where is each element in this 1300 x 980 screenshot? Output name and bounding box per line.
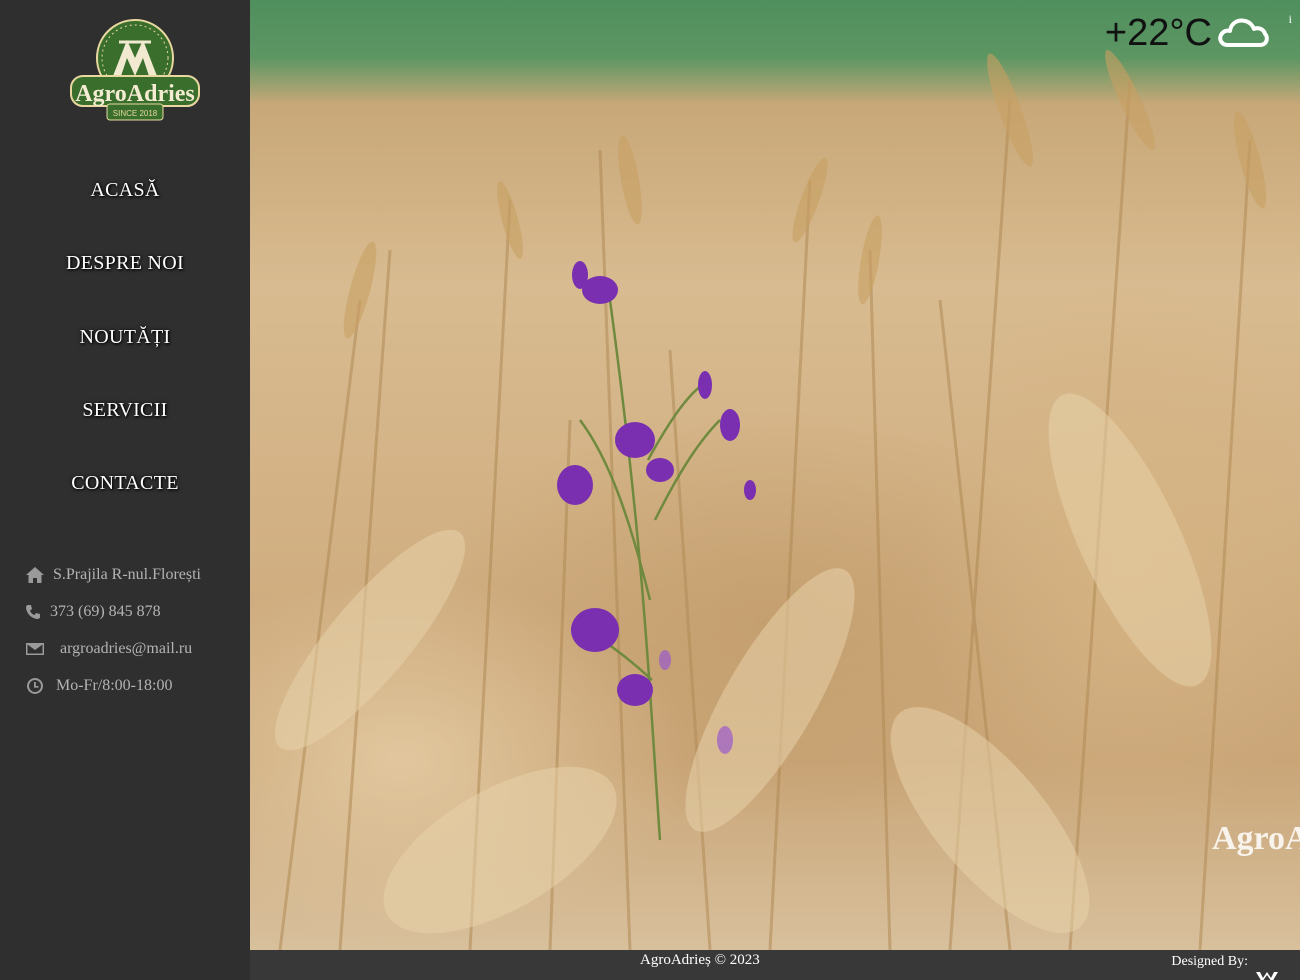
weather-widget[interactable]: +22°C	[1105, 12, 1270, 55]
logo-tagline: SINCE 2018	[113, 109, 158, 118]
watermark-text: AgroA	[1212, 820, 1300, 857]
designer-logo-icon[interactable]	[1256, 970, 1278, 980]
logo-wordmark: AgroAdries	[75, 81, 195, 107]
nav-item-noutati: NOUTĂȚI	[0, 317, 250, 390]
temperature: +22°C	[1104, 12, 1212, 54]
nav-link-acasa[interactable]: ACASĂ	[90, 170, 159, 210]
brand-logo[interactable]: AgroAdries SINCE 2018	[69, 18, 201, 124]
cloud-icon	[1216, 13, 1270, 54]
clock-icon	[24, 676, 46, 696]
contact-address: S.Prajila R-nul.Florești	[24, 556, 250, 593]
email-text[interactable]: argroadries@mail.ru	[60, 640, 192, 658]
phone-text[interactable]: 373 (69) 845 878	[50, 603, 161, 621]
contact-hours: Mo-Fr/8:00-18:00	[24, 667, 250, 704]
designed-by-label: Designed By:	[1171, 954, 1248, 969]
sidebar: AgroAdries SINCE 2018 ACASĂ DESPRE NOI N…	[0, 0, 250, 980]
hero-background: +22°C i AgroA	[250, 0, 1300, 950]
main-nav: ACASĂ DESPRE NOI NOUTĂȚI SERVICII CONTAC…	[0, 170, 250, 536]
contact-info: S.Prajila R-nul.Florești 373 (69) 845 87…	[24, 556, 250, 704]
home-icon	[24, 565, 46, 585]
address-text: S.Prajila R-nul.Florești	[53, 565, 201, 583]
contact-phone: 373 (69) 845 878	[24, 593, 250, 630]
nav-link-servicii[interactable]: SERVICII	[82, 390, 167, 430]
nav-link-despre-noi[interactable]: DESPRE NOI	[66, 243, 184, 283]
copyright-text: AgroAdrieș © 2023	[640, 952, 760, 968]
nav-item-despre-noi: DESPRE NOI	[0, 243, 250, 316]
weather-info-link[interactable]: i	[1289, 12, 1292, 27]
envelope-icon	[24, 639, 46, 659]
nav-link-contacte[interactable]: CONTACTE	[71, 463, 178, 503]
nav-item-contacte: CONTACTE	[0, 463, 250, 536]
phone-icon	[24, 602, 42, 622]
nav-link-noutati[interactable]: NOUTĂȚI	[80, 317, 171, 357]
nav-item-servicii: SERVICII	[0, 390, 250, 463]
contact-email: argroadries@mail.ru	[24, 630, 250, 667]
hours-text: Mo-Fr/8:00-18:00	[56, 676, 173, 694]
footer: AgroAdrieș © 2023 Designed By:	[250, 950, 1300, 980]
wheat-field-image	[274, 49, 1267, 950]
nav-item-acasa: ACASĂ	[0, 170, 250, 243]
